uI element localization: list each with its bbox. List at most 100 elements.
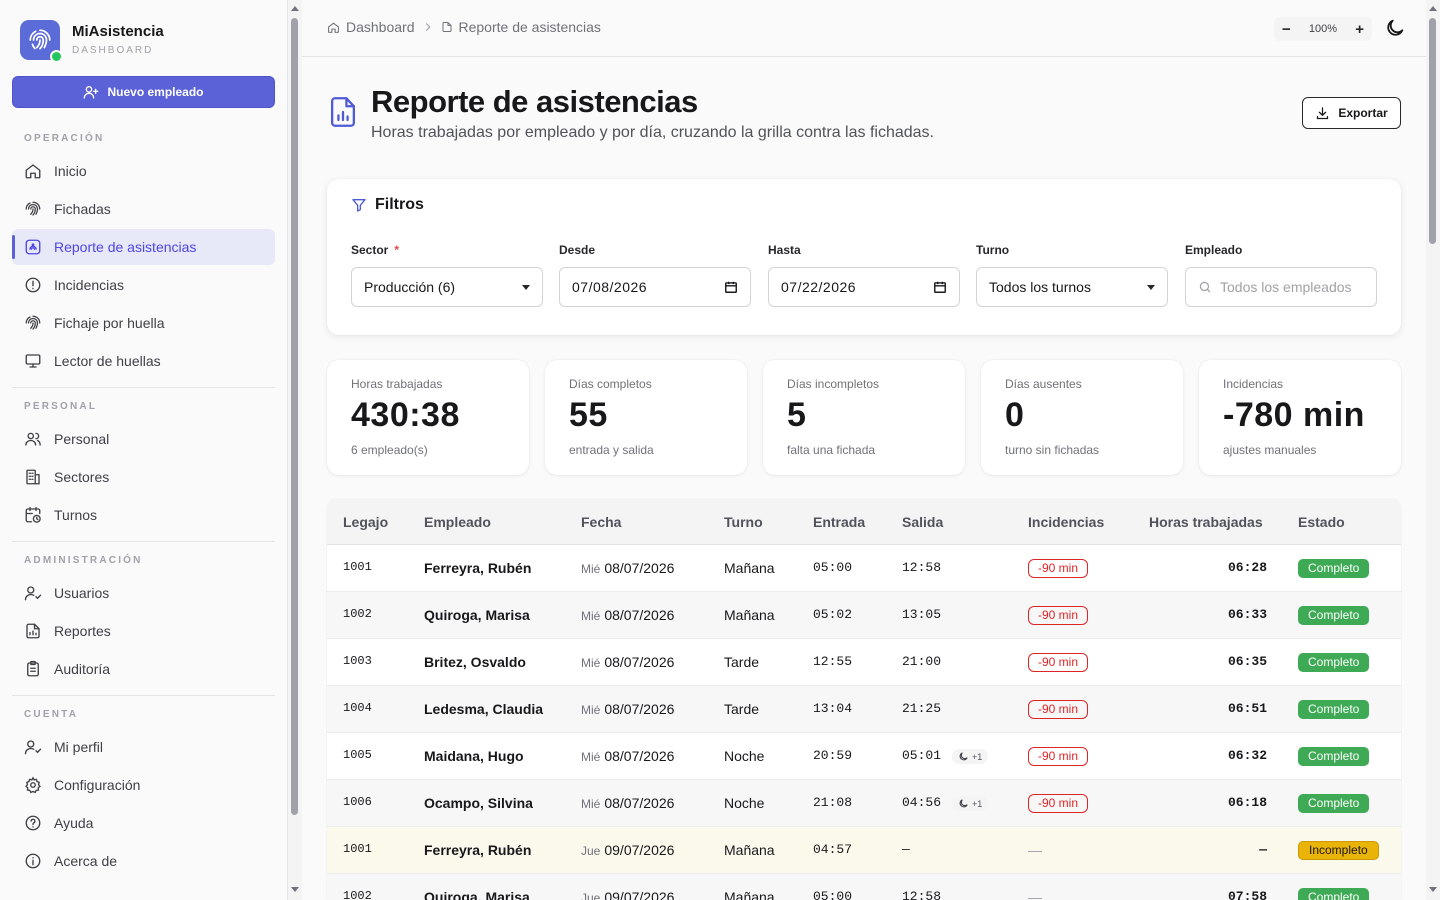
breadcrumb-dashboard[interactable]: Dashboard (346, 19, 415, 35)
table-row[interactable]: 1002 Quiroga, Marisa Jue 09/07/2026 Mañana 05… (327, 874, 1401, 900)
scroll-down-arrow-icon[interactable] (1429, 887, 1437, 892)
zoom-out-button[interactable]: − (1282, 21, 1291, 38)
sidebar-item-personal[interactable]: Personal (12, 421, 275, 457)
table-row[interactable]: 1001 Ferreyra, Rubén Jue 09/07/2026 Mañana 04… (327, 827, 1401, 874)
cell-legajo: 1005 (343, 748, 372, 762)
cell-empleado: Ferreyra, Rubén (424, 842, 532, 858)
turno-label: Turno (976, 243, 1010, 257)
table-row[interactable]: 1003 Britez, Osvaldo Mié 08/07/2026 Tarde 12:… (327, 639, 1401, 686)
home-icon (25, 164, 41, 179)
zoom-control: − 100% + (1274, 17, 1372, 41)
moon-icon (1387, 19, 1404, 36)
cell-legajo: 1002 (343, 889, 372, 900)
incident-badge[interactable]: -90 min (1028, 794, 1089, 813)
scrollbar-thumb[interactable] (1429, 18, 1436, 244)
hasta-filter: Hasta 07/22/2026 (768, 243, 960, 307)
sidebar-item-ayuda[interactable]: Ayuda (12, 805, 275, 841)
cell-legajo: 1001 (343, 842, 372, 856)
next-day-label: +1 (972, 798, 983, 809)
file-chart-icon (329, 96, 357, 128)
new-employee-button[interactable]: Nuevo empleado (12, 76, 275, 108)
cell-legajo: 1001 (343, 560, 372, 574)
sidebar-item-label: Usuarios (54, 585, 110, 601)
sidebar-item-label: Fichadas (54, 201, 111, 217)
cell-empleado: Ledesma, Claudia (424, 701, 544, 717)
sidebar-scrollbar[interactable] (288, 0, 302, 900)
sidebar-item-incidencias[interactable]: Incidencias (12, 267, 275, 303)
column-header-legajo[interactable]: Legajo (343, 514, 388, 530)
cell-dow: Mié (581, 750, 601, 764)
sidebar-item-inicio[interactable]: Inicio (12, 153, 275, 189)
stat-note: 6 empleado(s) (351, 443, 428, 457)
calendar-icon[interactable] (933, 280, 947, 294)
calendar-icon[interactable] (724, 280, 738, 294)
cell-entrada: 05:02 (813, 607, 853, 622)
table-row[interactable]: 1005 Maidana, Hugo Mié 08/07/2026 Noche 20:59… (327, 733, 1401, 780)
incident-badge[interactable]: -90 min (1028, 747, 1089, 766)
stat-note: entrada y salida (569, 443, 654, 457)
app-subtitle: DASHBOARD (72, 45, 154, 56)
sidebar-item-reporte-asistencias[interactable]: Reporte de asistencias (12, 229, 275, 265)
scroll-up-arrow-icon[interactable] (1429, 6, 1437, 11)
column-header-fecha[interactable]: Fecha (581, 514, 621, 530)
sidebar-item-acerca-de[interactable]: Acerca de (12, 843, 275, 879)
sidebar-item-fichadas[interactable]: Fichadas (12, 191, 275, 227)
stat-label: Días ausentes (1005, 377, 1082, 391)
zoom-in-button[interactable]: + (1355, 21, 1364, 38)
column-header-estado[interactable]: Estado (1298, 514, 1345, 530)
export-button[interactable]: Exportar (1302, 97, 1401, 129)
brand[interactable]: MiAsistencia DASHBOARD (20, 20, 280, 63)
column-header-entrada[interactable]: Entrada (813, 514, 865, 530)
sidebar-item-label: Personal (54, 431, 110, 447)
incident-badge[interactable]: -90 min (1028, 653, 1089, 672)
sidebar-item-turnos[interactable]: Turnos (12, 497, 275, 533)
column-header-turno[interactable]: Turno (724, 514, 763, 530)
empleado-search-input[interactable]: Todos los empleados (1185, 267, 1377, 307)
table-row[interactable]: 1006 Ocampo, Silvina Mié 08/07/2026 Noche 21:… (327, 780, 1401, 827)
theme-toggle-button[interactable] (1384, 17, 1406, 39)
status-badge: Completo (1298, 888, 1370, 900)
stat-value: 430:38 (351, 396, 460, 434)
column-header-incidencias[interactable]: Incidencias (1028, 514, 1104, 530)
incident-badge[interactable]: -90 min (1028, 559, 1089, 578)
sidebar-item-usuarios[interactable]: Usuarios (12, 575, 275, 611)
table-row[interactable]: 1001 Ferreyra, Rubén Mié 08/07/2026 Mañana 05… (327, 545, 1401, 592)
cell-salida: 12:58 (902, 560, 942, 575)
cell-salida: — (902, 842, 910, 857)
cell-entrada: 12:55 (813, 654, 853, 669)
desde-date-input[interactable]: 07/08/2026 (559, 267, 751, 307)
empleado-filter: Empleado Todos los empleados (1185, 243, 1377, 307)
incident-badge[interactable]: -90 min (1028, 700, 1089, 719)
sidebar-item-reportes[interactable]: Reportes (12, 613, 275, 649)
column-header-empleado[interactable]: Empleado (424, 514, 491, 530)
scroll-down-arrow-icon[interactable] (291, 887, 299, 892)
sidebar-item-sectores[interactable]: Sectores (12, 459, 275, 495)
incident-badge[interactable]: -90 min (1028, 606, 1089, 625)
sidebar-item-label: Lector de huellas (54, 353, 161, 369)
sidebar-item-mi-perfil[interactable]: Mi perfil (12, 729, 275, 765)
scrollbar-thumb[interactable] (291, 18, 298, 815)
status-badge: Completo (1298, 794, 1370, 813)
cell-date: 09/07/2026 (604, 842, 675, 858)
cell-date: 08/07/2026 (604, 795, 675, 811)
sidebar-item-auditoria[interactable]: Auditoría (12, 651, 275, 687)
table-row[interactable]: 1004 Ledesma, Claudia Mié 08/07/2026 Tarde 13… (327, 686, 1401, 733)
stat-value: 55 (569, 396, 608, 434)
page-scrollbar[interactable] (1426, 0, 1440, 900)
sidebar-item-label: Reportes (54, 623, 111, 639)
column-header-salida[interactable]: Salida (902, 514, 943, 530)
sidebar-item-lector-huellas[interactable]: Lector de huellas (12, 343, 275, 379)
cell-legajo: 1002 (343, 607, 372, 621)
sector-select[interactable]: Producción (6) (351, 267, 543, 307)
turno-select[interactable]: Todos los turnos (976, 267, 1168, 307)
scroll-up-arrow-icon[interactable] (291, 6, 299, 11)
breadcrumb: Dashboard Reporte de asistencias (327, 19, 601, 35)
column-header-horas[interactable]: Horas trabajadas (1149, 514, 1263, 530)
cell-date: 08/07/2026 (604, 560, 675, 576)
sidebar-item-fichaje-huella[interactable]: Fichaje por huella (12, 305, 275, 341)
sidebar-item-configuracion[interactable]: Configuración (12, 767, 275, 803)
table-row[interactable]: 1002 Quiroga, Marisa Mié 08/07/2026 Mañana 05… (327, 592, 1401, 639)
hasta-date-input[interactable]: 07/22/2026 (768, 267, 960, 307)
moon-icon (959, 752, 968, 761)
sidebar-item-label: Configuración (54, 777, 141, 793)
